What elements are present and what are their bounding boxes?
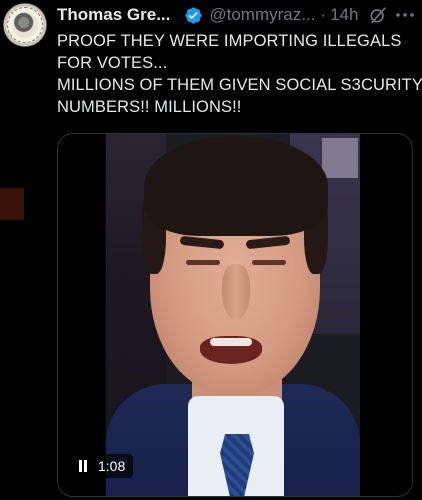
video-frame[interactable] bbox=[106, 134, 360, 496]
video-player[interactable]: 1:08 bbox=[57, 133, 413, 497]
video-duration: 1:08 bbox=[98, 458, 126, 474]
more-options-icon[interactable] bbox=[394, 6, 416, 24]
grok-icon[interactable] bbox=[368, 5, 388, 25]
verified-badge-icon[interactable] bbox=[184, 6, 203, 25]
video-nose bbox=[222, 264, 250, 320]
video-eye-left bbox=[186, 260, 220, 265]
separator-dot: · bbox=[320, 5, 327, 24]
tweet-text-line: PROOF THEY WERE IMPORTING ILLEGALS bbox=[57, 32, 402, 50]
tweet-text-line: FOR VOTES... bbox=[57, 54, 168, 72]
tweet-text: PROOF THEY WERE IMPORTING ILLEGALS FOR V… bbox=[57, 30, 422, 118]
author-handle[interactable]: @tommyraz... bbox=[209, 5, 315, 25]
tweet[interactable]: Thomas Gre... @tommyraz... · 14h PROOF T… bbox=[0, 0, 422, 500]
video-background-window bbox=[322, 138, 358, 178]
video-eye-right bbox=[252, 260, 286, 265]
avatar[interactable] bbox=[3, 3, 47, 47]
avatar-coin bbox=[12, 12, 38, 38]
video-duration-pill[interactable]: 1:08 bbox=[70, 454, 134, 478]
timestamp[interactable]: 14h bbox=[330, 5, 358, 25]
author-name[interactable]: Thomas Gre... bbox=[57, 5, 170, 25]
tweet-header: Thomas Gre... @tommyraz... · 14h bbox=[57, 4, 388, 26]
tweet-text-line: NUMBERS!! MILLIONS!! bbox=[57, 98, 242, 116]
pause-icon[interactable] bbox=[78, 460, 88, 472]
tweet-text-line: MILLIONS OF THEM GIVEN SOCIAL S3CURITY bbox=[57, 76, 422, 94]
video-hair bbox=[144, 136, 328, 236]
edge-artifact bbox=[0, 188, 24, 220]
video-teeth bbox=[210, 338, 252, 346]
